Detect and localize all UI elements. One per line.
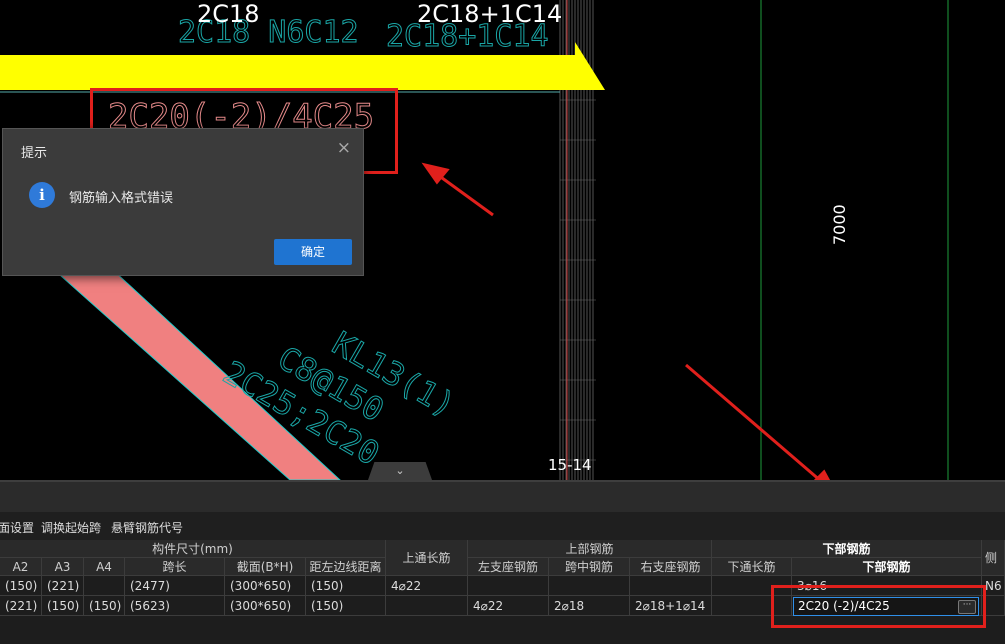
dialog-title: 提示 <box>21 146 48 161</box>
cell-r2-section[interactable]: (300*650) <box>225 596 306 616</box>
cell-r1-mid[interactable] <box>549 576 630 596</box>
cell-r1-a4[interactable] <box>84 576 125 596</box>
col-offset: 距左边线距离 <box>306 558 386 576</box>
cell-r1-a3[interactable]: (221) <box>42 576 84 596</box>
toolbar-section-settings[interactable]: 面设置 <box>0 519 34 536</box>
cell-r2-span[interactable]: (5623) <box>125 596 225 616</box>
rebar-label-top-left: 2C18 <box>197 0 260 28</box>
col-span: 跨长 <box>125 558 225 576</box>
cell-r2-left[interactable]: 4⌀22 <box>468 596 549 616</box>
highlight-box-table <box>771 585 986 628</box>
chevron-down-icon: ⌄ <box>395 464 405 477</box>
axis-label: 15-14 <box>548 456 592 474</box>
cell-r1-left[interactable] <box>468 576 549 596</box>
dialog-message: 钢筋输入格式错误 <box>69 191 174 206</box>
col-right-support: 右支座钢筋 <box>630 558 712 576</box>
header-size-group: 构件尺寸(mm) <box>0 540 386 558</box>
cell-r2-a3[interactable]: (150) <box>42 596 84 616</box>
header-side: 侧 <box>982 540 1005 576</box>
table-toolbar: 面设置 调换起始跨 悬臂钢筋代号 <box>0 512 1005 540</box>
cell-r2-right[interactable]: 2⌀18+1⌀14 <box>630 596 712 616</box>
cell-r2-a2[interactable]: (221) <box>0 596 42 616</box>
info-icon: i <box>29 182 55 208</box>
dimension-label: 7000 <box>830 204 849 245</box>
cell-r1-span[interactable]: (2477) <box>125 576 225 596</box>
cell-r2-mid[interactable]: 2⌀18 <box>549 596 630 616</box>
toolbar-cantilever-code[interactable]: 悬臂钢筋代号 <box>111 519 183 536</box>
panel-divider <box>0 480 1005 514</box>
cell-r1-right[interactable] <box>630 576 712 596</box>
cell-r1-a2[interactable]: (150) <box>0 576 42 596</box>
ok-button[interactable]: 确定 <box>274 239 352 265</box>
header-bottom-group: 下部钢筋 <box>712 540 982 558</box>
rebar-label-top-right: 2C18+1C14 <box>417 0 563 28</box>
col-left-support: 左支座钢筋 <box>468 558 549 576</box>
cell-r1-offset[interactable]: (150) <box>306 576 386 596</box>
collapse-panel-button[interactable]: ⌄ <box>368 462 432 480</box>
header-top-rebar: 上部钢筋 <box>468 540 712 558</box>
col-mid-span: 跨中钢筋 <box>549 558 630 576</box>
cell-r2-top-through[interactable] <box>386 596 468 616</box>
alert-dialog: 提示 × i 钢筋输入格式错误 确定 <box>2 128 364 276</box>
cell-r2-offset[interactable]: (150) <box>306 596 386 616</box>
col-bottom-rebar: 下部钢筋 <box>792 558 982 576</box>
col-a4: A4 <box>84 558 125 576</box>
col-bottom-through: 下通长筋 <box>712 558 792 576</box>
cell-r1-section[interactable]: (300*650) <box>225 576 306 596</box>
toolbar-swap-start-span[interactable]: 调换起始跨 <box>41 519 101 536</box>
cell-r2-a4[interactable]: (150) <box>84 596 125 616</box>
col-a2: A2 <box>0 558 42 576</box>
header-top-through: 上通长筋 <box>386 540 468 576</box>
col-a3: A3 <box>42 558 84 576</box>
col-section: 截面(B*H) <box>225 558 306 576</box>
close-icon[interactable]: × <box>337 138 351 158</box>
cell-r1-top-through[interactable]: 4⌀22 <box>386 576 468 596</box>
